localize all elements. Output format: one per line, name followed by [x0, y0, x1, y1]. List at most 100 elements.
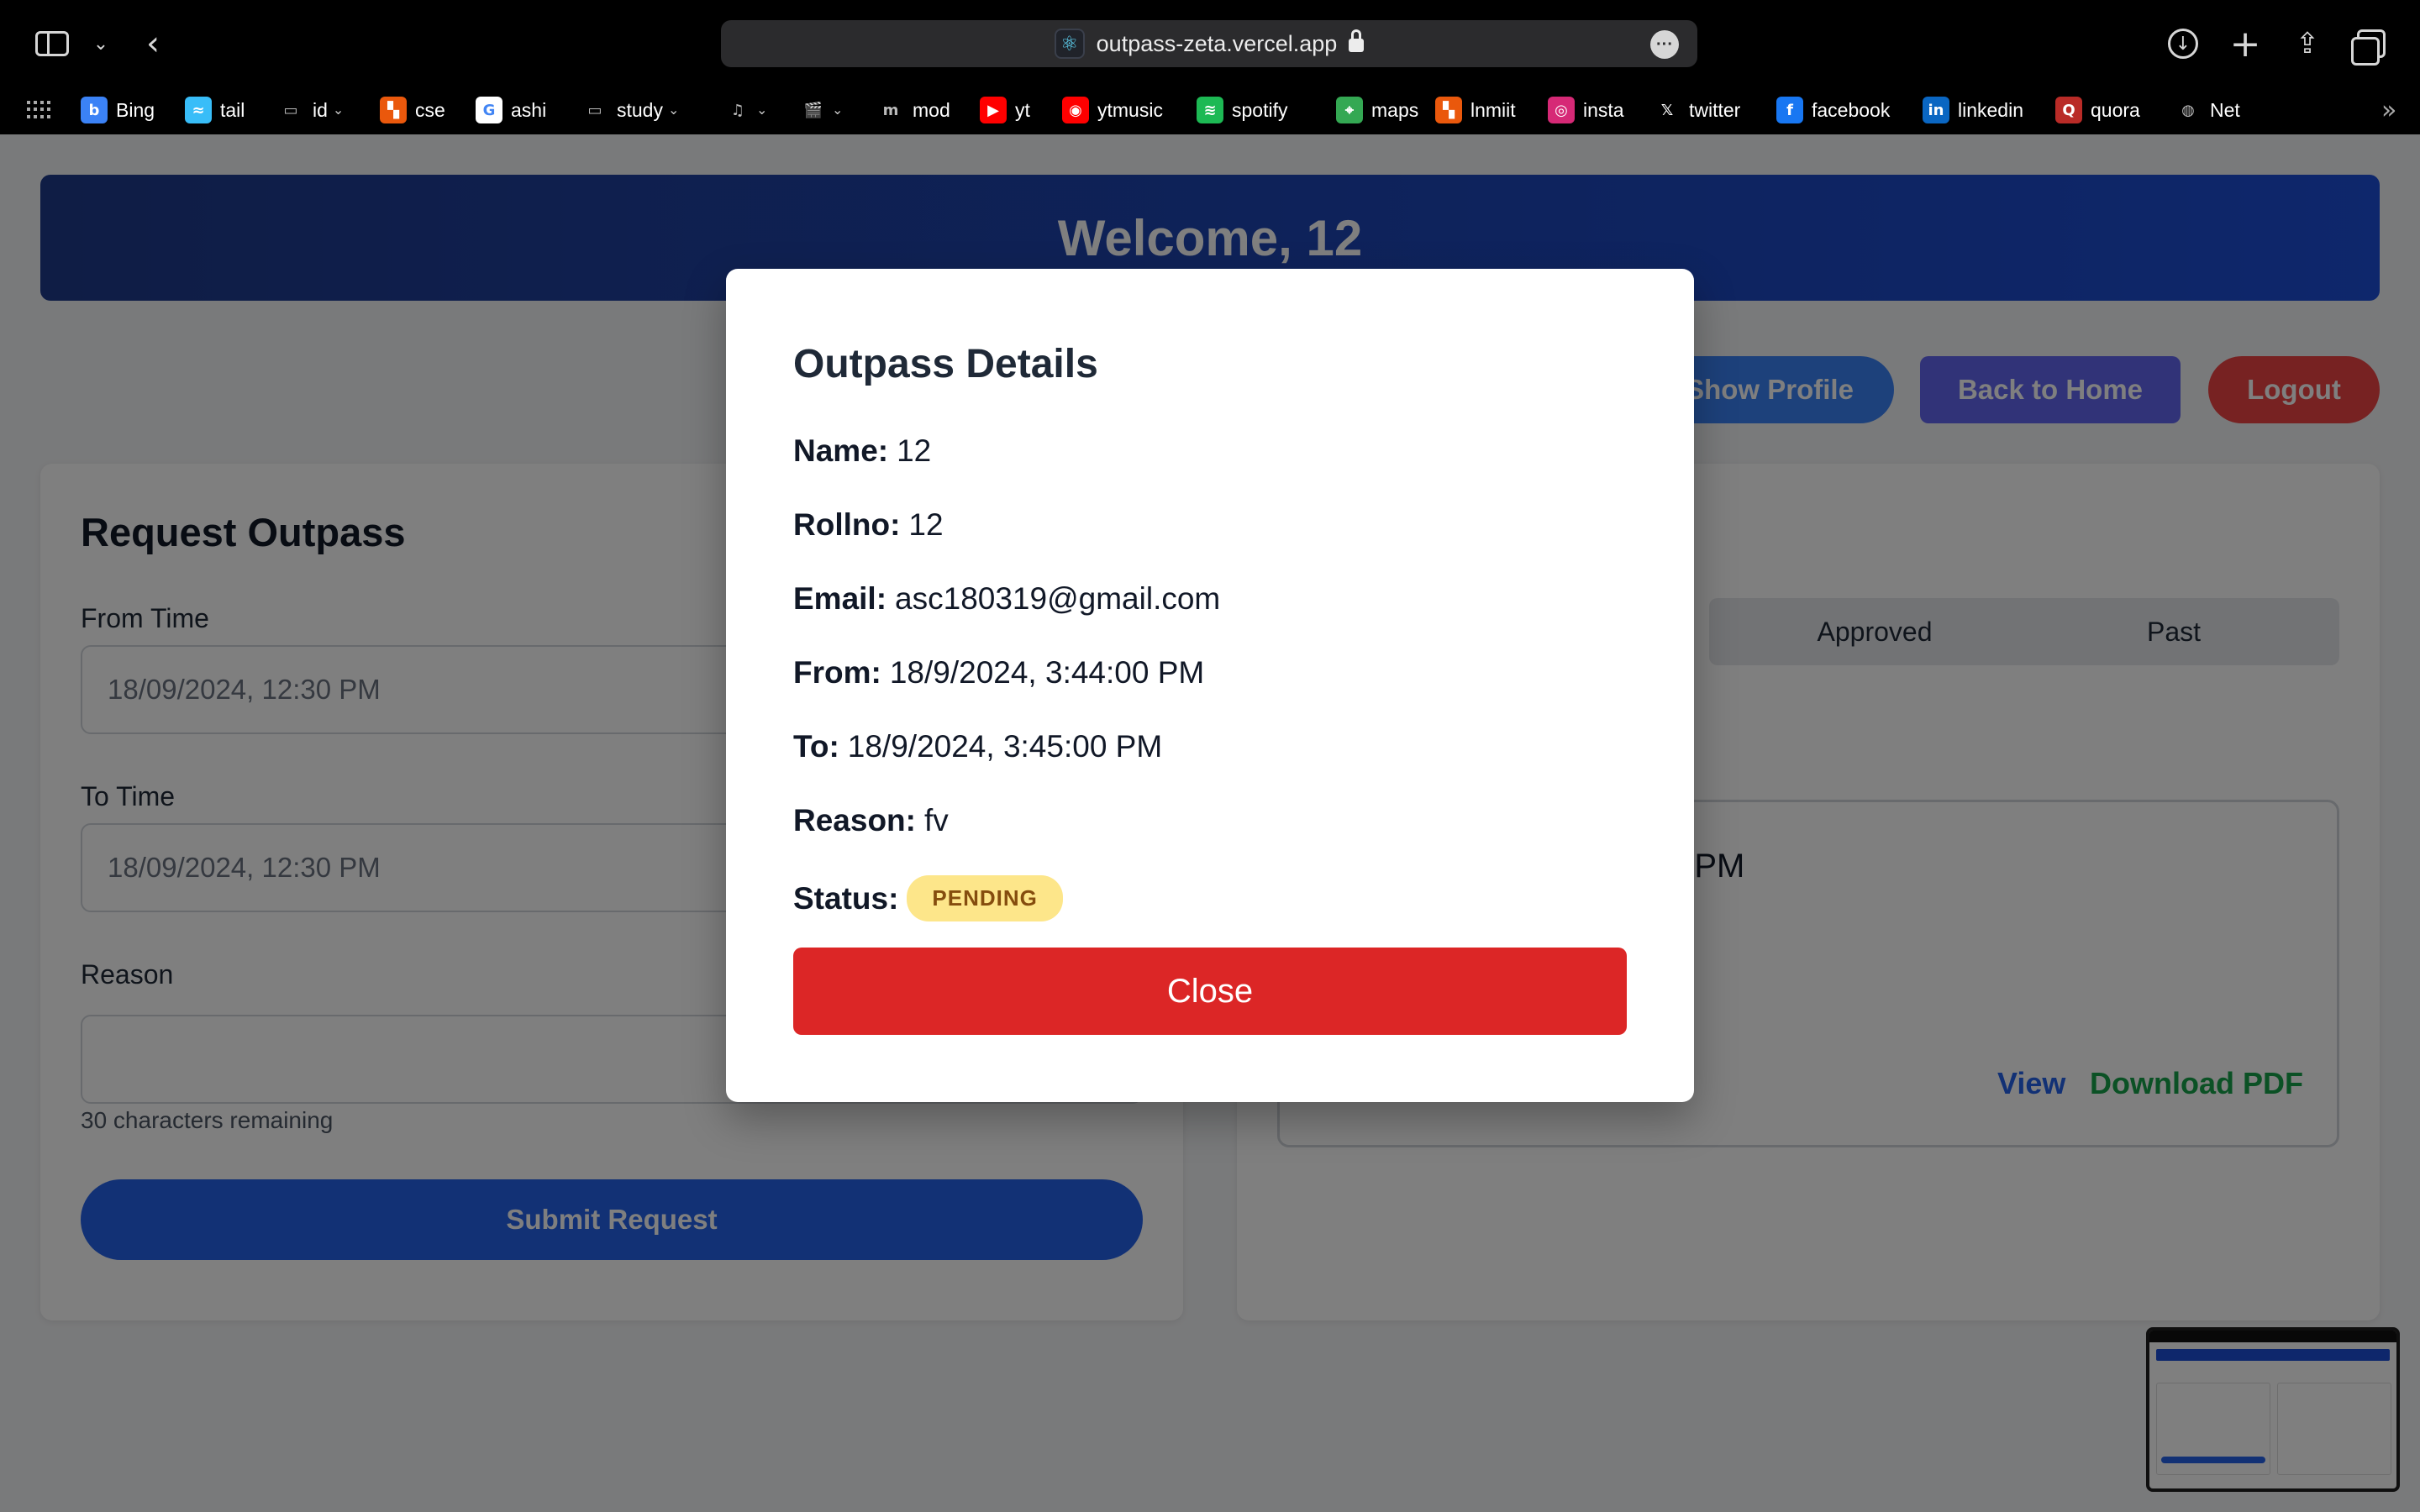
close-button[interactable]: Close — [793, 948, 1627, 1035]
ytmusic-icon: ◉ — [1062, 97, 1089, 123]
bookmark-item[interactable]: ◉ ytmusic — [1062, 92, 1163, 128]
bookmark-label: cse — [415, 98, 445, 121]
bookmarks-bar: b Bing ≈ tail ▭ id ⌄ ▚ cse Gashi ▭ study ⌄ ♫ ⌄ 🎬 ⌄ m mod ▶ y… — [0, 92, 2420, 128]
browser-chrome: ⌄ ‹ ⚛ outpass-zeta.vercel.app ··· ↓ + ⇪ … — [0, 0, 2420, 134]
detail-row-reason: Reason: fv — [793, 803, 949, 838]
bookmark-item[interactable]: ◎ insta — [1548, 92, 1624, 128]
cse-icon: ▚ — [380, 97, 407, 123]
globe-icon: ◍ — [2181, 101, 2195, 119]
bookmark-label: lnmiit — [1470, 98, 1516, 121]
chevron-down-icon[interactable]: ⌄ — [82, 25, 119, 62]
chevron-down-icon: ⌄ — [332, 103, 345, 118]
chevron-double-right-icon[interactable]: » — [2381, 96, 2396, 125]
sidebar-toggle-icon[interactable] — [34, 25, 71, 62]
linkedin-icon: in — [1923, 97, 1949, 123]
detail-value: asc180319@gmail.com — [895, 581, 1221, 616]
address-bar[interactable]: ⚛ outpass-zeta.vercel.app ··· — [721, 20, 1697, 67]
detail-label: To: — [793, 729, 839, 764]
mod-icon: m — [882, 101, 899, 119]
bookmark-item[interactable]: ≈ tail — [185, 92, 245, 128]
detail-label: Name: — [793, 433, 889, 468]
browser-toolbar: ⌄ ‹ ⚛ outpass-zeta.vercel.app ··· ↓ + ⇪ — [0, 0, 2420, 87]
youtube-icon: ▶ — [980, 97, 1007, 123]
google-icon: G — [476, 97, 502, 123]
detail-row-from: From: 18/9/2024, 3:44:00 PM — [793, 655, 1204, 690]
bookmark-label: maps — [1371, 98, 1419, 121]
detail-row-status: Status: PENDING — [793, 875, 1063, 921]
chevron-down-icon: ⌄ — [756, 103, 768, 118]
bookmark-label: quora — [2091, 98, 2140, 121]
folder-icon: ▭ — [283, 101, 298, 119]
bookmark-label: study — [617, 98, 663, 121]
headphones-icon: ♫ — [730, 101, 745, 119]
x-icon: 𝕏 — [1654, 97, 1681, 123]
bookmark-item[interactable]: Qquora — [2055, 92, 2140, 128]
modal-title: Outpass Details — [793, 342, 1098, 386]
bookmark-item[interactable]: f facebook — [1776, 92, 1890, 128]
tab-overview-icon[interactable] — [2351, 25, 2390, 66]
apps-grid-icon[interactable] — [27, 101, 50, 119]
detail-label: Email: — [793, 581, 887, 616]
bookmark-item[interactable]: ▭ study ⌄ — [581, 92, 679, 128]
detail-value: fv — [923, 803, 949, 837]
new-tab-icon[interactable]: + — [2227, 23, 2264, 66]
detail-label: From: — [793, 655, 881, 690]
bookmark-item[interactable]: m mod — [877, 92, 950, 128]
bookmark-item[interactable]: ♫ ⌄ — [724, 92, 767, 128]
bookmark-item[interactable]: in linkedin — [1923, 92, 2023, 128]
bookmark-item[interactable]: Gashi — [476, 92, 546, 128]
detail-value: 12 — [908, 507, 944, 542]
outpass-details-modal: Outpass Details Name: 12 Rollno: 12 Email:… — [726, 269, 1694, 1102]
bookmark-item[interactable]: ▚ lnmiit — [1435, 92, 1516, 128]
bookmark-label: insta — [1583, 98, 1624, 121]
bookmark-item[interactable]: ◍ Net — [2175, 92, 2240, 128]
detail-label: Reason: — [793, 803, 916, 837]
bookmark-label: facebook — [1812, 98, 1891, 121]
react-site-icon: ⚛ — [1054, 29, 1085, 59]
detail-value: 18/9/2024, 3:44:00 PM — [889, 655, 1205, 690]
bookmark-label: linkedin — [1958, 98, 2023, 121]
instagram-icon: ◎ — [1548, 97, 1575, 123]
more-options-icon[interactable]: ··· — [1650, 30, 1679, 59]
folder-icon: ▭ — [587, 101, 602, 119]
detail-label: Rollno: — [793, 507, 901, 542]
detail-row-to: To: 18/9/2024, 3:45:00 PM — [793, 729, 1162, 764]
bookmark-item[interactable]: ⌖ maps — [1336, 92, 1418, 128]
download-icon[interactable]: ↓ — [2165, 25, 2202, 62]
url-text: outpass-zeta.vercel.app — [1096, 30, 1338, 56]
bookmark-label: Net — [2210, 98, 2240, 121]
detail-value: 12 — [897, 433, 932, 468]
tailwind-icon: ≈ — [185, 97, 212, 123]
chevron-down-icon: ⌄ — [832, 103, 844, 118]
facebook-icon: f — [1776, 97, 1803, 123]
bookmark-item[interactable]: 𝕏twitter — [1654, 92, 1740, 128]
maps-icon: ⌖ — [1336, 97, 1363, 123]
back-arrow-icon[interactable]: ‹ — [134, 24, 171, 63]
bing-icon: b — [81, 97, 108, 123]
bookmark-item[interactable]: ▭ id ⌄ — [277, 92, 344, 128]
bookmark-label: mod — [913, 98, 950, 121]
lock-icon — [1349, 29, 1365, 55]
quora-icon: Q — [2055, 97, 2082, 123]
bookmark-label: yt — [1015, 98, 1030, 121]
clapper-icon: 🎬 — [803, 101, 823, 119]
bookmark-label: spotify — [1232, 98, 1288, 121]
detail-row-rollno: Rollno: 12 — [793, 507, 944, 543]
bookmark-item[interactable]: b Bing — [81, 92, 155, 128]
lnmiit-icon: ▚ — [1435, 97, 1462, 123]
detail-label: Status: — [793, 880, 899, 916]
spotify-icon: ≋ — [1197, 97, 1223, 123]
share-icon[interactable]: ⇪ — [2289, 25, 2326, 62]
bookmark-label: Bing — [116, 98, 155, 121]
bookmark-label: ytmusic — [1097, 98, 1163, 121]
chevron-down-icon: ⌄ — [667, 103, 680, 118]
bookmark-item[interactable]: 🎬 ⌄ — [800, 92, 844, 128]
detail-row-name: Name: 12 — [793, 433, 931, 469]
bookmark-item[interactable]: ≋ spotify — [1197, 92, 1287, 128]
bookmark-label: twitter — [1689, 98, 1741, 121]
bookmark-item[interactable]: ▶ yt — [980, 92, 1030, 128]
bookmark-label: ashi — [511, 98, 547, 121]
detail-value: 18/9/2024, 3:45:00 PM — [847, 729, 1163, 764]
bookmark-item[interactable]: ▚ cse — [380, 92, 445, 128]
status-badge: PENDING — [907, 875, 1063, 921]
